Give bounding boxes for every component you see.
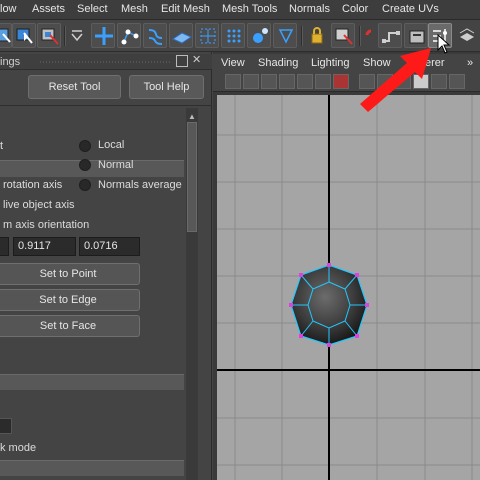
reset-tool-button[interactable]: Reset Tool xyxy=(28,75,121,99)
toolbar-separator xyxy=(301,26,303,46)
tool-help-button[interactable]: Tool Help xyxy=(129,75,204,99)
bookmark-icon[interactable] xyxy=(261,74,277,89)
viewport-scene xyxy=(217,95,480,480)
set-to-face-button[interactable]: Set to Face xyxy=(0,315,140,337)
option-axis-orientation-label: m axis orientation xyxy=(3,219,90,231)
viewport-canvas[interactable] xyxy=(217,95,480,480)
red-arrow-icon xyxy=(360,48,431,112)
lock-icon xyxy=(311,27,323,44)
image-plane-icon[interactable] xyxy=(279,74,295,89)
menu-mesh-tools[interactable]: Mesh Tools xyxy=(222,3,277,15)
edge-icon xyxy=(148,29,163,45)
divider xyxy=(0,105,212,106)
multi-component-button[interactable] xyxy=(221,23,245,48)
toolbar-separator xyxy=(64,26,66,46)
history-button[interactable] xyxy=(455,23,479,48)
select-tool-button[interactable] xyxy=(37,23,61,48)
chevron-down-icon xyxy=(71,30,83,42)
multi-component-icon xyxy=(227,29,241,43)
menu-assets[interactable]: Assets xyxy=(32,3,65,15)
select-highlight-icon xyxy=(335,28,353,45)
paint-select-icon xyxy=(16,28,33,44)
menu-edit-mesh[interactable]: Edit Mesh xyxy=(161,3,210,15)
mouse-cursor-icon xyxy=(437,34,451,54)
option-normal-label: Normal xyxy=(98,159,134,171)
section-header[interactable] xyxy=(0,160,184,177)
set-to-edge-button[interactable]: Set to Edge xyxy=(0,289,140,311)
paint-button[interactable] xyxy=(247,23,271,48)
grid-icon[interactable] xyxy=(297,74,313,89)
option-rotation-axis-label: rotation axis xyxy=(3,179,63,191)
move-icon xyxy=(95,27,113,45)
select-tool-icon xyxy=(41,28,59,45)
menu-select[interactable]: Select xyxy=(77,3,108,15)
uv-icon xyxy=(200,28,216,44)
panel-scrollbar[interactable]: ▲ xyxy=(186,108,198,480)
vp-menu-lighting[interactable]: Lighting xyxy=(311,57,350,69)
radio-normal[interactable] xyxy=(79,159,91,171)
vp-menu-view[interactable]: View xyxy=(221,57,245,69)
menu-mesh[interactable]: Mesh xyxy=(121,3,148,15)
radio-local[interactable] xyxy=(79,140,91,152)
menu-create-uvs[interactable]: Create UVs xyxy=(382,3,439,15)
uv-shell-button[interactable] xyxy=(273,23,297,48)
menu-normals[interactable]: Normals xyxy=(289,3,330,15)
option-live-object-axis-label: live object axis xyxy=(3,199,75,211)
float-panel-icon[interactable] xyxy=(176,55,188,67)
move-tool-button[interactable] xyxy=(91,23,115,48)
checkbox[interactable] xyxy=(0,418,12,434)
section-header[interactable] xyxy=(0,460,184,476)
face-icon xyxy=(171,32,193,44)
collapse-button[interactable] xyxy=(69,23,85,48)
set-to-point-button[interactable]: Set to Point xyxy=(0,263,140,285)
option-normals-average-label: Normals average xyxy=(98,179,182,191)
close-icon[interactable]: ✕ xyxy=(192,55,204,67)
main-menubar: low Assets Select Mesh Edit Mesh Mesh To… xyxy=(0,0,480,20)
mode-label: k mode xyxy=(0,442,37,454)
history-icon xyxy=(459,28,475,41)
radio-normals-average[interactable] xyxy=(79,179,91,191)
panel-title-bar: ings ✕ xyxy=(0,54,212,70)
axis-x-field[interactable] xyxy=(0,237,9,256)
scroll-up-icon[interactable]: ▲ xyxy=(187,112,197,122)
panel-title: ings xyxy=(0,56,21,68)
drag-handle[interactable] xyxy=(40,60,170,64)
lock-button[interactable] xyxy=(305,23,329,48)
scrollbar-thumb[interactable] xyxy=(187,122,197,232)
lasso-button[interactable] xyxy=(0,23,12,48)
option-local-label: Local xyxy=(98,139,125,151)
vertex-icon xyxy=(121,29,139,45)
paint-select-button[interactable] xyxy=(12,23,36,48)
select-highlight-button[interactable] xyxy=(331,23,355,48)
vp-menu-more-icon[interactable]: » xyxy=(467,57,473,69)
paint-icon xyxy=(253,28,268,43)
pencil-icon[interactable] xyxy=(333,74,349,89)
menu-window[interactable]: low xyxy=(0,3,17,15)
axis-y-field[interactable]: 0.9117 xyxy=(13,237,76,256)
menu-color[interactable]: Color xyxy=(342,3,368,15)
section-header[interactable] xyxy=(0,374,184,390)
face-mode-button[interactable] xyxy=(169,23,193,48)
tool-settings-panel: ings ✕ Reset Tool Tool Help t Local Norm… xyxy=(0,52,212,480)
camera-attr-icon[interactable] xyxy=(243,74,259,89)
film-gate-icon[interactable] xyxy=(315,74,331,89)
vertex-mode-button[interactable] xyxy=(117,23,141,48)
option-world-label: t xyxy=(0,140,4,152)
camera-icon[interactable] xyxy=(225,74,241,89)
uv-mode-button[interactable] xyxy=(195,23,219,48)
uv-shell-icon xyxy=(278,29,294,44)
edge-mode-button[interactable] xyxy=(143,23,167,48)
axis-z-field[interactable]: 0.0716 xyxy=(79,237,140,256)
vp-menu-shading[interactable]: Shading xyxy=(258,57,298,69)
